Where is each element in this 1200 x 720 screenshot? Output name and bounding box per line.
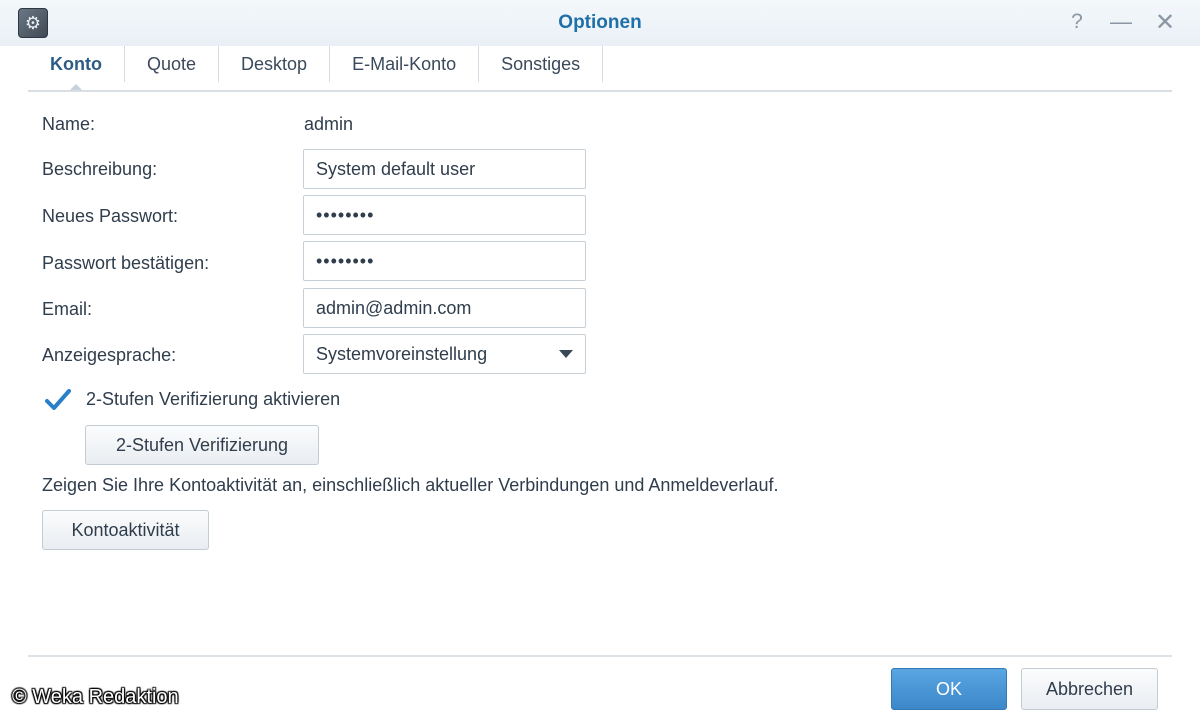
- two-step-checkbox[interactable]: [44, 386, 72, 414]
- title-bar: ⚙ Optionen ? — ✕: [0, 0, 1200, 46]
- cancel-button[interactable]: Abbrechen: [1021, 668, 1158, 710]
- name-value: admin: [304, 114, 354, 134]
- two-step-verification-button[interactable]: 2-Stufen Verifizierung: [85, 425, 319, 465]
- two-step-checkbox-label[interactable]: 2-Stufen Verifizierung aktivieren: [86, 389, 340, 410]
- language-select[interactable]: Systemvoreinstellung: [303, 334, 586, 374]
- help-icon[interactable]: ?: [1064, 9, 1090, 35]
- tab-sonstiges[interactable]: Sonstiges: [479, 46, 604, 82]
- watermark: © Weka Redaktion: [12, 686, 179, 708]
- tab-divider: [28, 90, 1172, 92]
- confirm-password-label: Passwort bestätigen:: [42, 253, 210, 273]
- close-icon[interactable]: ✕: [1152, 9, 1178, 36]
- window-title: Optionen: [558, 12, 642, 33]
- email-input[interactable]: [303, 288, 586, 328]
- name-label: Name:: [42, 114, 96, 134]
- account-activity-button[interactable]: Kontoaktivität: [42, 510, 209, 550]
- new-password-input[interactable]: ••••••••: [303, 195, 586, 235]
- tab-desktop[interactable]: Desktop: [219, 46, 331, 82]
- checkmark-icon: [45, 389, 71, 410]
- ok-button[interactable]: OK: [891, 668, 1007, 710]
- footer-divider: [28, 655, 1172, 657]
- new-password-label: Neues Passwort:: [42, 206, 179, 226]
- tab-konto[interactable]: Konto: [28, 46, 125, 92]
- minimize-icon[interactable]: —: [1108, 9, 1134, 35]
- account-activity-info: Zeigen Sie Ihre Kontoaktivität an, einsc…: [42, 475, 779, 495]
- tab-bar: Konto Quote Desktop E-Mail-Konto Sonstig…: [28, 46, 604, 92]
- tab-email-konto[interactable]: E-Mail-Konto: [330, 46, 480, 82]
- language-label: Anzeigesprache:: [42, 345, 177, 365]
- description-input[interactable]: [303, 149, 586, 189]
- tab-quote[interactable]: Quote: [125, 46, 220, 82]
- confirm-password-input[interactable]: ••••••••: [303, 241, 586, 281]
- description-label: Beschreibung:: [42, 159, 158, 179]
- email-label: Email:: [42, 299, 93, 319]
- language-select-value: Systemvoreinstellung: [316, 344, 488, 364]
- caret-down-icon: [559, 350, 573, 358]
